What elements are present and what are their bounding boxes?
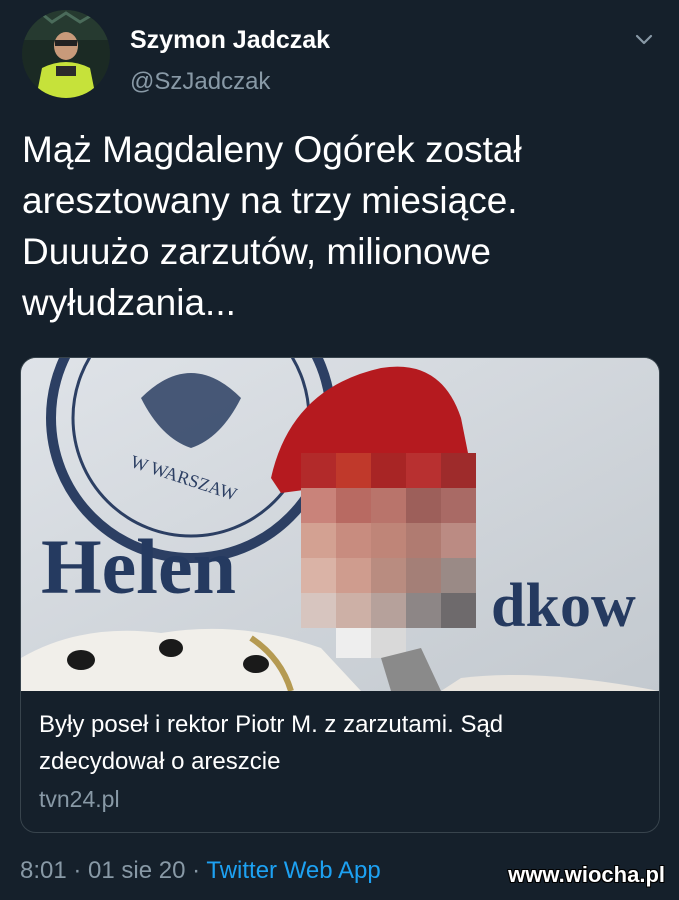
chevron-down-icon[interactable] [629, 24, 659, 54]
separator: · [66, 857, 89, 884]
watermark: www.wiocha.pl [508, 862, 665, 887]
author-name[interactable]: Szymon Jadczak [130, 26, 330, 55]
tweet-time[interactable]: 8:01 [20, 857, 67, 884]
card-title[interactable]: Były poseł i rektor Piotr M. z zarzutami… [39, 706, 639, 780]
image-wall-text: Helen [41, 523, 236, 610]
card-image[interactable]: W WARSZAW Helen dkow [21, 358, 659, 692]
card-domain: tvn24.pl [39, 786, 120, 812]
image-wall-text-2: dkow [491, 572, 636, 640]
tweet-header: Szymon Jadczak @SzJadczak [22, 10, 659, 100]
tweet-date[interactable]: 01 sie 20 [88, 857, 185, 884]
link-card[interactable]: W WARSZAW Helen dkow Były poseł i rektor… [20, 357, 660, 833]
author-handle[interactable]: @SzJadczak [130, 68, 270, 96]
author-avatar[interactable] [22, 10, 110, 98]
source-app-link[interactable]: Twitter Web App [206, 857, 380, 884]
separator: · [185, 857, 207, 884]
tweet-text: Mąż Magdaleny Ogórek został aresztowany … [22, 129, 522, 323]
tweet-meta: 8:01 · 01 sie 20 · Twitter Web App [20, 857, 381, 885]
